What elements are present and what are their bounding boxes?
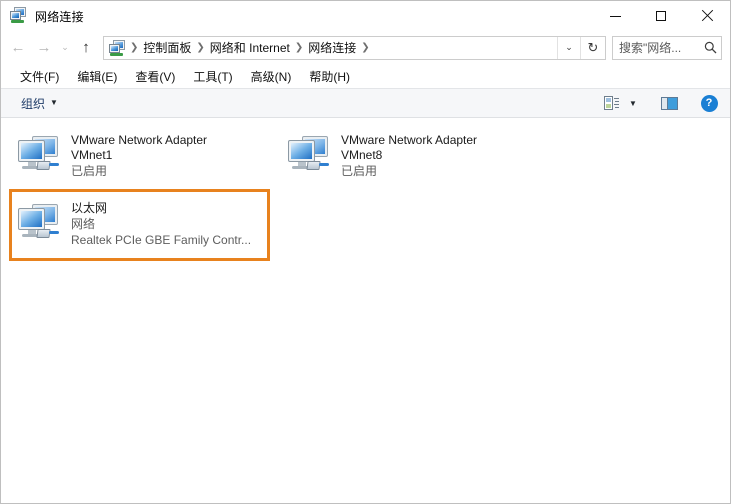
chevron-down-icon: ⌄ <box>61 42 69 52</box>
connection-tile-ethernet[interactable]: 以太网 网络 Realtek PCIe GBE Family Contr... <box>9 196 264 266</box>
tiles-container: VMware Network Adapter VMnet1 已启用 VMware… <box>9 128 730 266</box>
search-input[interactable]: 搜索"网络... <box>613 39 699 56</box>
menu-view[interactable]: 查看(V) <box>126 65 184 88</box>
window-controls <box>592 1 730 31</box>
connections-list: VMware Network Adapter VMnet1 已启用 VMware… <box>1 118 730 503</box>
window-title: 网络连接 <box>35 9 84 24</box>
maximize-icon <box>656 11 666 21</box>
up-button[interactable]: ↑ <box>73 35 99 61</box>
address-bar-tools: ⌄ ↻ <box>557 36 605 59</box>
menu-advanced[interactable]: 高级(N) <box>242 65 301 88</box>
chevron-down-icon: ▼ <box>50 98 58 107</box>
refresh-button[interactable]: ↻ <box>580 36 605 59</box>
breadcrumb-separator: ❯ <box>361 41 370 53</box>
back-arrow-icon: ← <box>10 39 26 56</box>
up-arrow-icon: ↑ <box>82 39 90 56</box>
minimize-button[interactable] <box>592 1 638 31</box>
menu-file[interactable]: 文件(F) <box>11 65 68 88</box>
back-button[interactable]: ← <box>5 35 31 61</box>
command-toolbar: 组织 ▼ ▼ ? <box>1 88 730 118</box>
menu-bar: 文件(F) 编辑(E) 查看(V) 工具(T) 高级(N) 帮助(H) <box>1 64 730 88</box>
connection-tile-vmnet8[interactable]: VMware Network Adapter VMnet8 已启用 <box>279 128 549 190</box>
connection-name: VMware Network Adapter VMnet8 <box>341 133 478 162</box>
connection-status: 网络 <box>71 217 96 231</box>
breadcrumb-item-network-connections[interactable]: 网络连接 <box>304 38 360 57</box>
address-dropdown-button[interactable]: ⌄ <box>557 36 580 59</box>
minimize-icon <box>609 15 621 17</box>
menu-edit[interactable]: 编辑(E) <box>68 65 126 88</box>
change-view-icon <box>603 96 619 110</box>
title-bar: 网络连接 <box>1 1 730 31</box>
breadcrumb-separator: ❯ <box>130 41 139 53</box>
preview-pane-icon <box>660 96 678 110</box>
network-connections-icon <box>10 7 28 25</box>
address-bar-icon <box>109 39 125 56</box>
connection-status: 已启用 <box>71 164 108 178</box>
tile-text: VMware Network Adapter VMnet1 已启用 <box>71 131 277 179</box>
breadcrumb-item-network-internet[interactable]: 网络和 Internet <box>206 38 294 57</box>
chevron-down-icon: ▼ <box>629 98 637 108</box>
view-controls: ▼ ? <box>598 92 722 114</box>
menu-tools[interactable]: 工具(T) <box>184 65 241 88</box>
menu-help[interactable]: 帮助(H) <box>300 65 359 88</box>
connection-name: VMware Network Adapter VMnet1 <box>71 133 208 162</box>
breadcrumb: ❯ 控制面板 ❯ 网络和 Internet ❯ 网络连接 ❯ <box>129 38 557 57</box>
help-button[interactable]: ? <box>696 92 722 114</box>
connection-tile-vmnet1[interactable]: VMware Network Adapter VMnet1 已启用 <box>9 128 279 190</box>
network-adapter-icon <box>285 133 333 177</box>
breadcrumb-separator: ❯ <box>294 41 304 53</box>
preview-pane-button[interactable] <box>656 92 682 114</box>
organize-button[interactable]: 组织 ▼ <box>15 92 64 115</box>
address-bar[interactable]: ❯ 控制面板 ❯ 网络和 Internet ❯ 网络连接 ❯ ⌄ ↻ <box>103 35 606 60</box>
connection-device: Realtek PCIe GBE Family Contr... <box>71 233 252 247</box>
search-box[interactable]: 搜索"网络... <box>612 35 722 60</box>
organize-label: 组织 <box>21 96 46 111</box>
connection-status: 已启用 <box>341 164 378 178</box>
network-adapter-icon <box>15 133 63 177</box>
chevron-down-icon: ⌄ <box>565 42 573 52</box>
network-adapter-icon <box>15 201 63 245</box>
connection-name: 以太网 <box>71 201 108 215</box>
recent-locations-button[interactable]: ⌄ <box>57 35 73 61</box>
forward-button[interactable]: → <box>31 35 57 61</box>
tile-text: 以太网 网络 Realtek PCIe GBE Family Contr... <box>71 199 262 248</box>
change-view-button[interactable] <box>598 92 624 114</box>
refresh-icon: ↻ <box>587 39 599 55</box>
help-icon: ? <box>700 94 718 112</box>
close-icon <box>701 10 713 22</box>
maximize-button[interactable] <box>638 1 684 31</box>
forward-arrow-icon: → <box>36 39 52 56</box>
change-view-dropdown[interactable]: ▼ <box>624 99 642 108</box>
breadcrumb-item-control-panel[interactable]: 控制面板 <box>139 38 195 57</box>
breadcrumb-separator: ❯ <box>196 41 205 53</box>
navigation-bar: ← → ⌄ ↑ ❯ 控制面板 ❯ 网络和 Internet ❯ 网络连接 ❯ ⌄… <box>1 31 730 64</box>
network-connections-window: 网络连接 ← → ⌄ ↑ ❯ 控制面板 ❯ 网络和 Internet ❯ 网络连… <box>0 0 731 504</box>
search-icon[interactable] <box>699 37 721 59</box>
tile-text: VMware Network Adapter VMnet8 已启用 <box>341 131 547 179</box>
close-button[interactable] <box>684 1 730 31</box>
